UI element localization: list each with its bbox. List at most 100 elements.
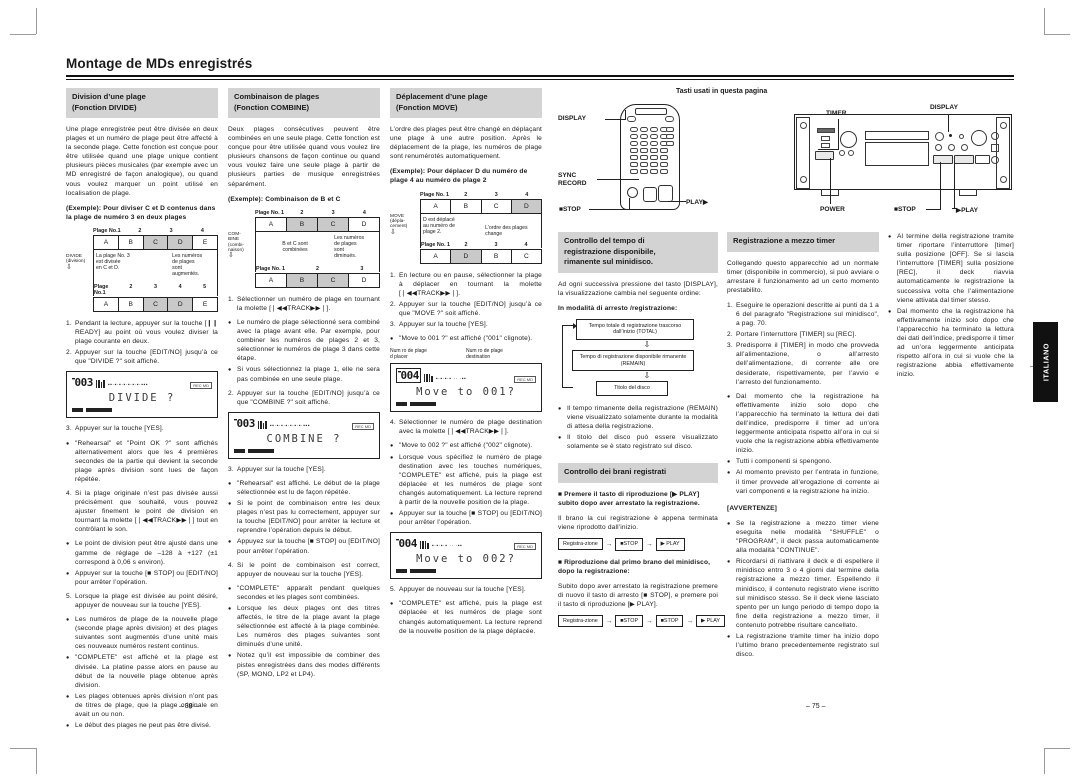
- bullet-icon: ●: [66, 723, 70, 730]
- leader-line: [830, 158, 831, 204]
- divide-bullets-4: ● Les numéros de plage de la nouvelle pla…: [66, 615, 218, 730]
- right-arrow-icon: →: [605, 617, 613, 625]
- label-play-remote: PLAY▶: [686, 199, 709, 206]
- warning-heading: [AVVERTENZE]: [727, 504, 778, 512]
- lcd-segment-strip: [234, 448, 374, 453]
- crop-mark: [36, 748, 37, 774]
- crop-mark: [1044, 34, 1070, 35]
- bullet-icon: ●: [228, 480, 232, 487]
- deck-jog-knob: [840, 131, 857, 148]
- move-bullets-1: ● "Move to 001 ?" est affiché ("001" clig…: [390, 334, 542, 343]
- down-arrow-icon: ⇩: [228, 252, 234, 260]
- combine-steps-1: 1. Sélectionner un numéro de plage en tou…: [228, 295, 380, 313]
- remote-key: [640, 148, 648, 153]
- timer-rec-intro: Collegando questo apparecchio ad un norm…: [727, 259, 879, 294]
- leader-line: [940, 162, 941, 210]
- combine-bottom-row: A B C D: [255, 272, 380, 288]
- remote-key: [660, 169, 668, 174]
- list-item: 2. Appuyer sur la touche [EDIT/NO] jusqu’…: [66, 349, 218, 366]
- bullet-icon: ●: [228, 653, 232, 660]
- bullet-icon: ●: [390, 336, 394, 343]
- remote-key: [630, 141, 638, 146]
- controllo-brani-item1-head: ■ Premere il tasto di riproduzione [▶ PL…: [558, 490, 700, 507]
- bullet-icon: ●: [390, 443, 394, 450]
- flow-step-3: Titolo del disco: [596, 381, 668, 396]
- combine-bottom-track-numbers: Plage No. 1 2 3: [255, 265, 380, 272]
- move-top-track-numbers: Plage No. 1 2 3 4: [420, 191, 529, 198]
- remote-key: [650, 127, 658, 132]
- manual-page: Montage de MDs enregistrés Division d’un…: [0, 0, 1080, 782]
- seq-chip-record: Registra-zione: [558, 538, 603, 551]
- rack-hole: [1000, 122, 1007, 129]
- leader-line: [589, 209, 629, 210]
- lcd-message: COMBINE ?: [266, 432, 342, 445]
- list-item: ● "Move to 002 ?" est affiché ("002" clig…: [390, 442, 533, 450]
- deck-button: [961, 144, 968, 151]
- divide-top-track-numbers: Plage No.1 2 3 4: [93, 227, 204, 234]
- deck-button: [991, 144, 999, 152]
- seq-chip-play: ▶ PLAY: [695, 614, 725, 628]
- leader-line: [926, 209, 940, 210]
- controllo-brani-item1-body: Il brano la cui registrazione è appena t…: [558, 514, 718, 531]
- title-rule-thin: [66, 79, 1014, 80]
- remote-control-illustration: [620, 104, 680, 210]
- lcd-rec-indicator: REC MD: [514, 543, 536, 551]
- heading-line3: rimanente sul minidisco.: [564, 257, 654, 266]
- section-divide: Division d’une plage (Fonction DIVIDE) U…: [66, 88, 218, 735]
- crop-mark: [1044, 8, 1045, 34]
- remote-key: [666, 127, 674, 132]
- section-timer-recording: Registrazione a mezzo timer Collegando q…: [727, 232, 879, 664]
- bullet-icon: ●: [66, 693, 70, 700]
- list-item: 1. Pendant la lecture, appuyer sur la tou…: [66, 319, 218, 346]
- sequence-1: Registra-zione → ■STOP → ▶ PLAY: [558, 538, 718, 551]
- deck-button: [935, 144, 942, 151]
- remote-key: [650, 155, 658, 160]
- move-bullets-2: ● "Move to 002 ?" est affiché ("002" clig…: [390, 441, 542, 527]
- deck-front-panel-illustration: [794, 114, 1012, 196]
- divide-bullets-3: ● Le point de division peut être ajusté d…: [66, 539, 218, 586]
- list-item: ● Appuyer sur la touche [■ STOP] ou [EDIT…: [66, 569, 218, 586]
- timer-rec-steps: 1. Eseguire le operazioni descritte ai pu…: [727, 301, 879, 387]
- divide-steps-2: 3. Appuyer sur la touche [YES].: [66, 424, 218, 433]
- list-item: ● "Rehearsal" est affiché. Le début de la…: [228, 479, 380, 496]
- bullet-icon: ●: [66, 617, 70, 624]
- section-move: Déplacement d’une plage (Fonction MOVE) …: [390, 88, 542, 641]
- list-item: 4. Sélectionner le numéro de plage destin…: [390, 419, 542, 436]
- divide-diagram: DIVIDE (division) ⇩ Plage No.1 2 3 4 A B…: [66, 227, 218, 312]
- leader-line: [818, 149, 839, 150]
- down-arrow-icon: ⇩: [643, 371, 651, 381]
- deck-display-window: [865, 142, 929, 166]
- remote-side-keys: [666, 127, 674, 146]
- move-steps-1: 1. En lecture ou en pause, sélectionner l…: [390, 271, 542, 330]
- lcd-dot-matrix: ▪▪·▪·▪·▪·▪·▪·▪·▪▪▪: [269, 422, 311, 429]
- deck-button: [991, 132, 999, 140]
- bullet-icon: ●: [66, 541, 70, 548]
- deck-stop-button: [933, 155, 953, 164]
- page-number-right: – 75 –: [806, 703, 826, 710]
- controllo-brani-item2-head: ■ Riproduzione dal primo brano del minid…: [558, 558, 711, 575]
- deck-power-switch: [815, 151, 834, 160]
- move-top-row: A B C D: [420, 198, 542, 214]
- illustration-title: Tasti usati in questa pagina: [676, 88, 768, 95]
- warning-bullets: ● Se la registrazione a mezzo timer viene…: [727, 519, 879, 659]
- divide-bullets-2: ● "Rehearsal" et "Point OK ?" sont affich…: [66, 439, 218, 484]
- bullet-icon: ●: [558, 435, 562, 442]
- combine-heading-line1: Combinaison de plages: [234, 92, 320, 101]
- rack-hole: [800, 176, 807, 183]
- hardware-illustration: Tasti usati in questa pagina DISPLAY SYN…: [558, 88, 1016, 218]
- list-item: ● "Rehearsal" et "Point OK ?" sont affich…: [66, 439, 218, 483]
- divide-diagram-side-label: DIVIDE (division) ⇩: [66, 254, 92, 271]
- divide-example-label: (Exemple): Pour diviser C et D contenus …: [66, 204, 216, 221]
- lcd-move-001: ▬004 ▪·▪·▪·▪ ·· ·▪▪ REC MD Move to 001?: [390, 363, 542, 413]
- deck-button: [948, 144, 955, 151]
- crop-mark: [10, 34, 36, 35]
- flowchart-loop-arrow: [562, 322, 577, 388]
- move-lcd1-annotations: Num ro de plage d placer Num ro de plage…: [390, 348, 503, 361]
- bullet-icon: ●: [66, 570, 70, 577]
- combine-diagram-side-label: COM- BINE (combi- naison) ⇩: [228, 232, 254, 260]
- list-item: ● Tutti i componenti si spengono.: [727, 458, 832, 466]
- remote-key: [650, 141, 658, 146]
- deck-knob-small: [935, 132, 944, 141]
- bullet-icon: ●: [390, 601, 394, 608]
- lcd-message: Move to 002?: [416, 553, 516, 566]
